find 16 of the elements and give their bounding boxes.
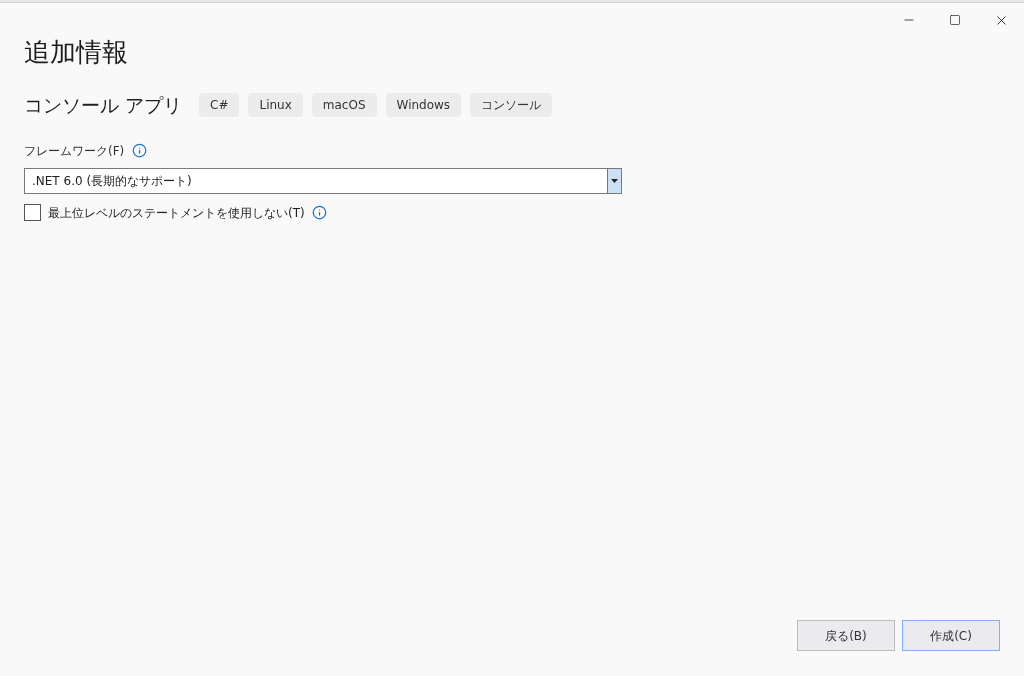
template-tag: macOS [311,93,377,118]
framework-label: フレームワーク(F) [24,142,125,160]
checkbox[interactable] [24,204,41,221]
maximize-icon [949,14,961,26]
dialog-button[interactable]: 作成(C) [902,620,1000,651]
template-tag: コンソール [470,93,553,118]
template-tag: Linux [248,93,303,118]
template-tag: C# [199,93,240,118]
template-tag: Windows [385,93,462,118]
info-icon[interactable] [311,205,327,220]
dialog-button[interactable]: 戻る(B) [797,620,895,651]
checkbox-label: 最上位レベルのステートメントを使用しない(T) [48,204,305,222]
dialog-title: 追加情報 [24,36,129,69]
framework-dropdown[interactable]: .NET 6.0 (長期的なサポート) [24,167,622,194]
template-name: コンソール アプリ [24,93,183,118]
info-icon[interactable] [132,143,148,158]
